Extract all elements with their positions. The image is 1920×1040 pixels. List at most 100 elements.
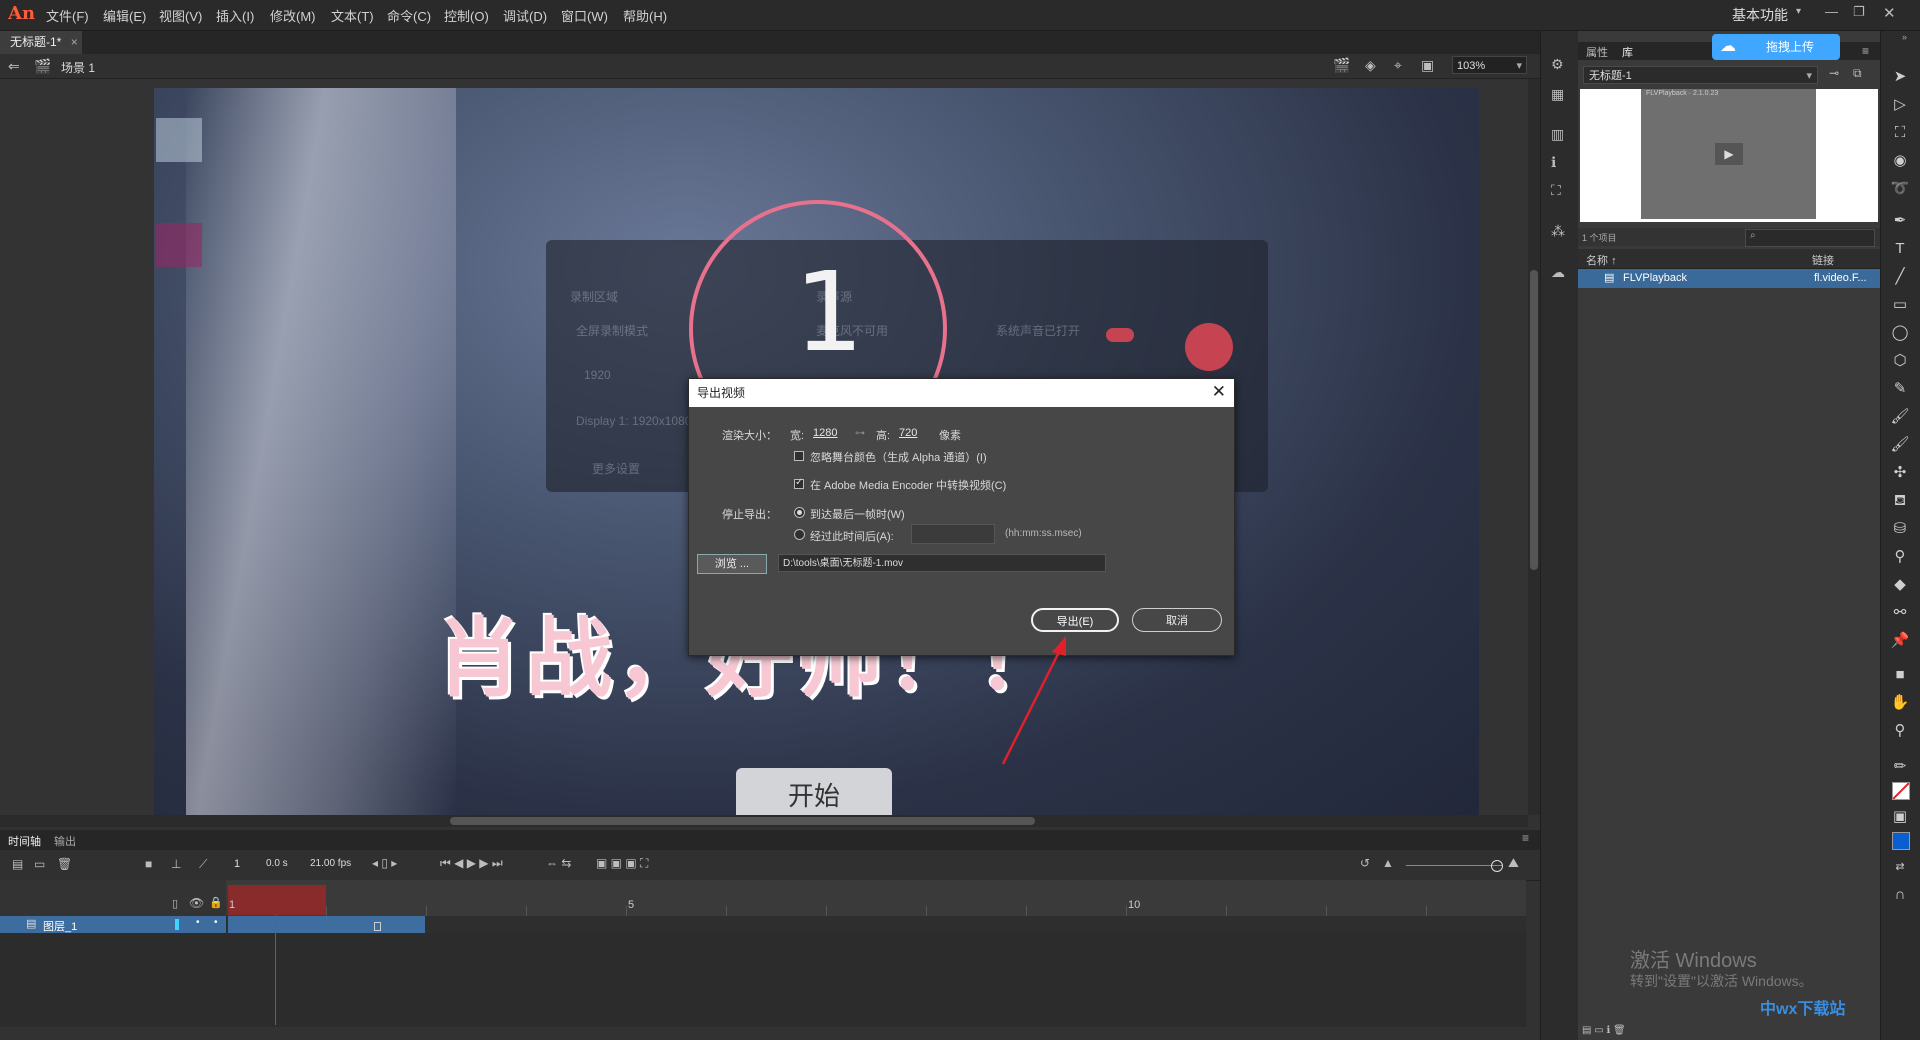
graph-icon[interactable]: ⟋ xyxy=(199,857,207,872)
convert-ame-checkbox[interactable]: ✓ xyxy=(794,477,804,489)
chevron-down-icon[interactable]: ▾ xyxy=(1796,6,1801,17)
ink-bottle-tool-icon[interactable]: ⛁ xyxy=(1888,518,1912,540)
tab-timeline[interactable]: 时间轴 xyxy=(8,833,41,849)
output-path-field[interactable]: D:\tools\桌面\无标题-1.mov xyxy=(778,554,1106,572)
layer-name[interactable]: 图层_1 xyxy=(43,918,77,934)
camera-icon[interactable]: ■ xyxy=(145,857,152,871)
eraser-tool-icon[interactable]: ◆ xyxy=(1888,574,1912,596)
playback-controls-icon[interactable]: ⏮ ◀ ▶ ▶ ⏭ xyxy=(440,856,503,871)
menu-edit[interactable]: 编辑(E) xyxy=(103,6,146,25)
zoom-out-icon[interactable]: ▲ xyxy=(1382,856,1394,870)
lock-dot[interactable]: • xyxy=(214,917,218,928)
export-button[interactable]: 导出(E) xyxy=(1031,608,1119,632)
3d-rotation-tool-icon[interactable]: ◉ xyxy=(1888,150,1912,172)
workspace-switcher[interactable]: 基本功能 xyxy=(1732,5,1788,25)
tab-output[interactable]: 输出 xyxy=(54,833,76,849)
current-frame[interactable]: 1 xyxy=(234,858,240,870)
frame-rate[interactable]: 21.00 fps xyxy=(310,858,351,869)
onion-skin-icon[interactable]: ▣ ▣ ▣ ⛶ xyxy=(596,856,648,871)
prev-keyframe-icon[interactable]: ◂ ▯ ▸ xyxy=(372,856,397,870)
upload-button[interactable]: ☁ 拖拽上传 xyxy=(1712,34,1840,60)
visibility-dot[interactable]: • xyxy=(196,917,200,928)
after-time-radio[interactable] xyxy=(794,529,805,540)
panel-menu-icon[interactable]: ≡ xyxy=(1522,831,1529,845)
column-linkage[interactable]: 链接 xyxy=(1812,252,1834,268)
bone-tool-icon[interactable]: ✣ xyxy=(1888,462,1912,484)
vertical-scroll-thumb[interactable] xyxy=(1530,270,1538,570)
edit-symbol-icon[interactable]: ◈ xyxy=(1365,57,1376,74)
camera-tool-icon[interactable]: ■ xyxy=(1888,664,1912,686)
panel-menu-icon[interactable]: ≡ xyxy=(1862,44,1869,58)
pen-tool-icon[interactable]: ✒ xyxy=(1888,210,1912,232)
line-tool-icon[interactable]: ╱ xyxy=(1888,266,1912,288)
close-icon[interactable]: ✕ xyxy=(1883,4,1896,22)
transform-icon[interactable]: ⛶ xyxy=(1551,182,1561,199)
outline-icon[interactable]: ▯ xyxy=(172,897,178,910)
delete-icon[interactable]: 🗑 xyxy=(57,857,72,871)
free-transform-tool-icon[interactable]: ⛶ xyxy=(1888,122,1912,144)
width-field[interactable]: 1280 xyxy=(813,427,837,439)
lock-icon[interactable]: 🔒 xyxy=(209,896,223,909)
paint-brush-tool-icon[interactable]: 🖌 xyxy=(1888,406,1912,428)
menu-view[interactable]: 视图(V) xyxy=(159,6,202,25)
stroke-color-icon[interactable]: ✏ xyxy=(1888,756,1912,778)
menu-insert[interactable]: 插入(I) xyxy=(216,6,254,25)
new-layer-icon[interactable]: ▤ xyxy=(12,857,23,871)
timeline-zoom-handle[interactable] xyxy=(1491,860,1503,872)
sync-icon[interactable]: ↺ xyxy=(1360,856,1370,870)
menu-debug[interactable]: 调试(D) xyxy=(503,6,547,25)
zoom-tool-icon[interactable]: ⚲ xyxy=(1888,720,1912,742)
fill-color-icon[interactable]: ▣ xyxy=(1888,806,1912,828)
edit-scene-icon[interactable]: 🎬 xyxy=(1333,57,1350,74)
paint-bucket-tool-icon[interactable]: ⛾ xyxy=(1888,490,1912,512)
close-icon[interactable]: ✕ xyxy=(1212,382,1226,402)
timeline-zoom-slider[interactable] xyxy=(1406,865,1502,866)
zoom-in-icon[interactable]: ⛰ xyxy=(1508,855,1519,871)
library-item[interactable]: ▤ FLVPlayback fl.video.F... xyxy=(1578,269,1880,288)
zoom-select[interactable]: 103% ▾ xyxy=(1452,56,1527,74)
menu-file[interactable]: 文件(F) xyxy=(46,6,89,25)
playhead-range[interactable] xyxy=(228,885,326,915)
start-button[interactable]: 开始 xyxy=(736,768,892,818)
time-input[interactable] xyxy=(911,524,995,544)
library-search-input[interactable]: ⌕ xyxy=(1745,229,1875,247)
width-tool-icon[interactable]: ⚯ xyxy=(1888,602,1912,624)
eyedropper-tool-icon[interactable]: ⚲ xyxy=(1888,546,1912,568)
components-icon[interactable]: ⁂ xyxy=(1551,223,1565,240)
cc-libraries-icon[interactable]: ☁ xyxy=(1551,264,1565,281)
back-arrow-icon[interactable]: ⇐ xyxy=(8,58,20,75)
ignore-stage-color-checkbox[interactable] xyxy=(794,451,804,461)
timeline-ruler[interactable] xyxy=(226,880,1526,916)
menu-text[interactable]: 文本(T) xyxy=(331,6,374,25)
motion-presets-icon[interactable]: ⚙ xyxy=(1551,56,1564,73)
horizontal-scroll-thumb[interactable] xyxy=(450,817,1035,825)
info-icon[interactable]: ℹ xyxy=(1551,154,1556,171)
menu-modify[interactable]: 修改(M) xyxy=(270,6,316,25)
close-tab-icon[interactable]: × xyxy=(71,35,78,49)
pencil-tool-icon[interactable]: ✎ xyxy=(1888,378,1912,400)
fill-color-swatch[interactable] xyxy=(1892,832,1910,850)
oval-tool-icon[interactable]: ◯ xyxy=(1888,322,1912,344)
document-tab[interactable]: 无标题-1* × xyxy=(0,31,82,54)
restore-icon[interactable]: ❐ xyxy=(1853,4,1865,20)
current-time[interactable]: 0.0 s xyxy=(266,858,288,869)
layer-parenting-icon[interactable]: ⊥ xyxy=(171,857,181,871)
align-icon[interactable]: ▥ xyxy=(1551,126,1564,143)
collapse-icon[interactable]: » xyxy=(1902,32,1907,42)
lasso-tool-icon[interactable]: ➰ xyxy=(1888,178,1912,200)
last-frame-radio[interactable] xyxy=(794,507,805,518)
asset-warp-tool-icon[interactable]: 📌 xyxy=(1888,630,1912,652)
new-library-icon[interactable]: ⧉ xyxy=(1853,66,1862,81)
menu-help[interactable]: 帮助(H) xyxy=(623,6,667,25)
library-footer-icons[interactable]: ▤ ▭ ℹ 🗑 xyxy=(1582,1025,1626,1036)
cancel-button[interactable]: 取消 xyxy=(1132,608,1222,632)
height-field[interactable]: 720 xyxy=(899,427,917,439)
browse-button[interactable]: 浏览 ... xyxy=(697,554,767,574)
eye-icon[interactable]: 👁 xyxy=(189,896,204,910)
new-folder-icon[interactable]: ▭ xyxy=(34,857,45,871)
center-stage-icon[interactable]: ⌖ xyxy=(1394,57,1402,74)
swap-colors-icon[interactable]: ⇄ xyxy=(1888,856,1912,878)
subselection-tool-icon[interactable]: ▷ xyxy=(1888,94,1912,116)
loop-icon[interactable]: ⇔ ⇆ xyxy=(546,856,571,870)
pin-icon[interactable]: ⊸ xyxy=(1829,66,1839,80)
